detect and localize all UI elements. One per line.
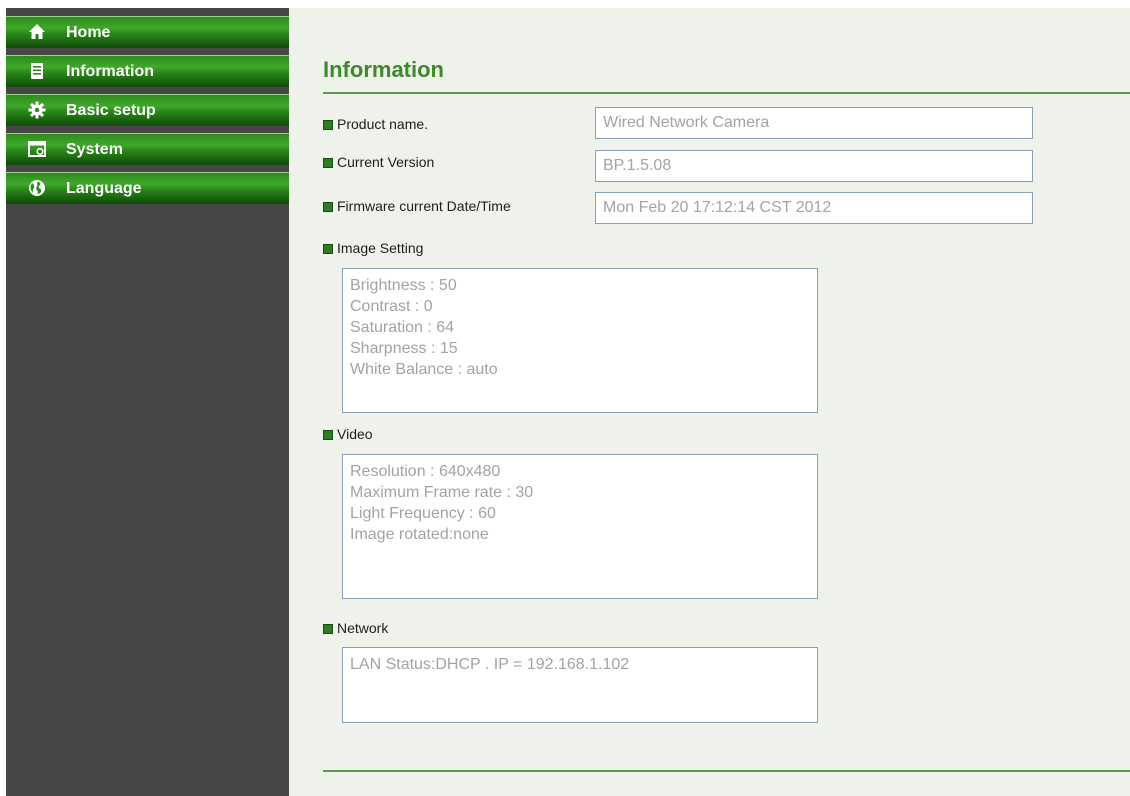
page-title: Information xyxy=(323,57,444,82)
bullet-icon xyxy=(323,624,333,634)
video-label: Video xyxy=(323,426,373,442)
image-setting-textarea[interactable]: Brightness : 50 Contrast : 0 Saturation … xyxy=(342,268,818,413)
sidebar-item-information[interactable]: Information xyxy=(6,55,289,87)
bullet-icon xyxy=(323,202,333,212)
gear-icon xyxy=(28,101,46,119)
main-content: Information Product name. Wired Network … xyxy=(289,8,1130,796)
bullet-icon xyxy=(323,430,333,440)
bullet-icon xyxy=(323,244,333,254)
firmware-datetime-field[interactable]: Mon Feb 20 17:12:14 CST 2012 xyxy=(595,192,1033,224)
sidebar-item-label: Home xyxy=(66,24,111,41)
footer-divider xyxy=(323,770,1130,772)
network-label: Network xyxy=(323,620,388,636)
sidebar-item-language[interactable]: Language xyxy=(6,172,289,204)
image-setting-label: Image Setting xyxy=(323,240,423,256)
video-textarea[interactable]: Resolution : 640x480 Maximum Frame rate … xyxy=(342,454,818,599)
bullet-icon xyxy=(323,158,333,168)
sidebar-item-basic-setup[interactable]: Basic setup xyxy=(6,94,289,126)
product-name-label: Product name. xyxy=(323,116,428,132)
product-name-field[interactable]: Wired Network Camera xyxy=(595,107,1033,139)
app-frame: Home Information Basic setup System Lang… xyxy=(0,0,1130,796)
sidebar-item-label: System xyxy=(66,141,123,158)
sidebar-item-home[interactable]: Home xyxy=(6,16,289,48)
sidebar-item-label: Basic setup xyxy=(66,102,156,119)
firmware-datetime-label: Firmware current Date/Time xyxy=(323,198,511,214)
home-icon xyxy=(28,23,46,41)
current-version-label: Current Version xyxy=(323,154,434,170)
current-version-field[interactable]: BP.1.5.08 xyxy=(595,150,1033,182)
sidebar-item-label: Language xyxy=(66,180,142,197)
document-icon xyxy=(28,62,46,80)
sidebar-item-label: Information xyxy=(66,63,154,80)
sidebar: Home Information Basic setup System Lang… xyxy=(6,8,289,796)
bullet-icon xyxy=(323,120,333,130)
globe-icon xyxy=(28,179,46,197)
system-icon xyxy=(28,140,46,158)
network-textarea[interactable]: LAN Status:DHCP . IP = 192.168.1.102 xyxy=(342,647,818,723)
title-divider xyxy=(323,92,1130,94)
sidebar-item-system[interactable]: System xyxy=(6,133,289,165)
